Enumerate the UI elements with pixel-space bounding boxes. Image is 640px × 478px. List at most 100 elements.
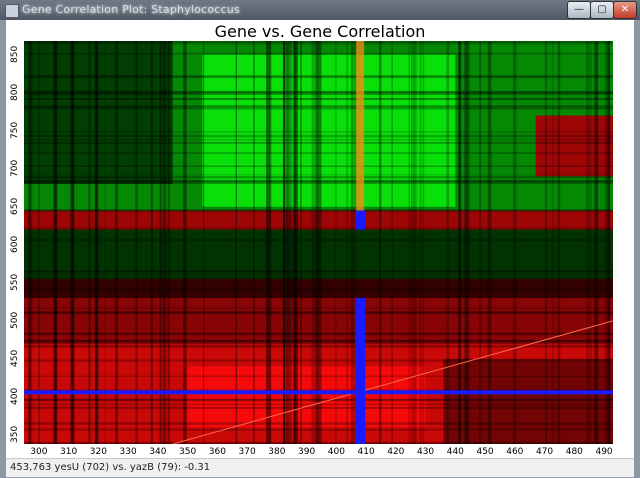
heatmap-column-band [466, 41, 470, 444]
heatmap-column-band [408, 41, 410, 444]
heatmap-column-band [487, 41, 492, 444]
heatmap-row-band [24, 276, 613, 279]
heatmap-column-band [391, 41, 393, 444]
x-tick-label: 400 [327, 447, 345, 457]
heatmap-column-band [114, 41, 119, 444]
x-tick-label: 310 [60, 447, 78, 457]
x-tick-label: 470 [535, 447, 554, 457]
y-tick-label: 850 [10, 45, 20, 63]
heatmap-column-band [283, 41, 285, 444]
heatmap-column-band [513, 41, 517, 444]
heatmap-row-band [24, 134, 613, 138]
x-tick-label: 360 [208, 447, 226, 457]
x-tick-label: 370 [238, 447, 256, 457]
heatmap-column-band [544, 41, 548, 444]
y-tick-label: 450 [10, 349, 20, 367]
app-icon [5, 4, 19, 18]
x-tick-label: 390 [298, 447, 316, 457]
heatmap-row-band [24, 142, 613, 144]
heatmap-column-band [94, 41, 99, 444]
heatmap-column-band [459, 41, 462, 444]
heatmap-column-band [300, 41, 302, 444]
x-tick-label: 450 [476, 447, 494, 457]
heatmap-row-band [24, 98, 613, 100]
heatmap-plot-area[interactable] [24, 41, 613, 444]
heatmap-row-band [24, 165, 613, 167]
heatmap-column-band [334, 41, 337, 444]
selection-crosshair-vertical [355, 298, 366, 444]
heatmap-column-band [604, 41, 607, 444]
heatmap-row-band [24, 398, 613, 401]
heatmap-row-band [24, 239, 613, 241]
heatmap-column-band [72, 41, 75, 444]
heatmap-column-band [446, 41, 450, 444]
window-frame-right [634, 20, 640, 478]
heatmap-row-band [24, 270, 613, 274]
heatmap-column-band [557, 41, 561, 444]
title-bar[interactable]: Gene Correlation Plot: Staphylococcus — … [0, 0, 640, 20]
maximize-button[interactable]: ▢ [590, 1, 614, 19]
heatmap-row-band [24, 139, 613, 141]
status-bar: 453,763 yesU (702) vs. yazB (79): -0.31 [6, 458, 634, 477]
x-tick-label: 380 [268, 447, 286, 457]
heatmap-column-band [167, 41, 171, 444]
heatmap-row-band [24, 176, 613, 179]
heatmap-column-band [589, 41, 592, 444]
heatmap-column-band [607, 41, 611, 444]
heatmap-column-band [54, 41, 57, 444]
plot-panel: Gene vs. Gene Correlation 350 400 450 500 55… [6, 20, 634, 458]
heatmap-column-band [411, 41, 413, 444]
x-tick-label: 300 [30, 447, 48, 457]
heatmap-row-band [24, 90, 613, 93]
heatmap-column-band [28, 41, 33, 444]
x-tick-label: 440 [446, 447, 464, 457]
heatmap-column-band [104, 41, 106, 444]
heatmap-row-band [24, 288, 613, 291]
heatmap-column-band [317, 41, 322, 444]
heatmap-column-band [253, 41, 255, 444]
y-tick-label: 800 [10, 83, 20, 101]
heatmap-row-band [24, 307, 613, 310]
x-tick-label: 420 [387, 447, 405, 457]
heatmap-column-band [135, 41, 138, 444]
heatmap-row-band [24, 428, 613, 431]
heatmap-canvas[interactable] [24, 41, 613, 444]
heatmap-row-band [24, 130, 613, 133]
heatmap-region [535, 115, 613, 177]
y-tick-label: 350 [10, 425, 20, 443]
heatmap-column-band [419, 41, 422, 444]
heatmap-column-band [38, 41, 41, 444]
heatmap-column-band [422, 41, 425, 444]
heatmap-column-band [311, 41, 313, 444]
heatmap-row-band [24, 332, 613, 335]
x-tick-label: 340 [149, 447, 167, 457]
x-tick-label: 410 [357, 447, 375, 457]
x-tick-label: 490 [595, 447, 613, 457]
heatmap-row-band [24, 180, 613, 184]
window-title: Gene Correlation Plot: Staphylococcus [22, 3, 240, 16]
heatmap-row-band [24, 375, 613, 377]
close-button[interactable]: ✕ [613, 1, 637, 19]
heatmap-row-band [24, 406, 613, 409]
heatmap-column-band [150, 41, 153, 444]
heatmap-column-band [314, 41, 317, 444]
heatmap-row-band [24, 42, 613, 45]
heatmap-column-band [159, 41, 162, 444]
y-tick-label: 750 [10, 121, 20, 139]
heatmap-column-band [551, 41, 554, 444]
heatmap-column-band [285, 41, 290, 444]
heatmap-row-band [24, 403, 613, 405]
x-tick-label: 330 [119, 447, 137, 457]
heatmap-column-band [479, 41, 482, 444]
heatmap-column-band [235, 41, 237, 444]
heatmap-column-band [163, 41, 167, 444]
heatmap-column-band [203, 41, 205, 444]
heatmap-row-band [24, 422, 613, 425]
heatmap-row-band [24, 76, 613, 79]
y-tick-label: 500 [10, 311, 20, 329]
heatmap-row-band [24, 174, 613, 176]
minimize-button[interactable]: — [567, 1, 591, 19]
heatmap-region [187, 366, 426, 428]
x-tick-label: 320 [89, 447, 107, 457]
heatmap-row-band [24, 52, 613, 55]
